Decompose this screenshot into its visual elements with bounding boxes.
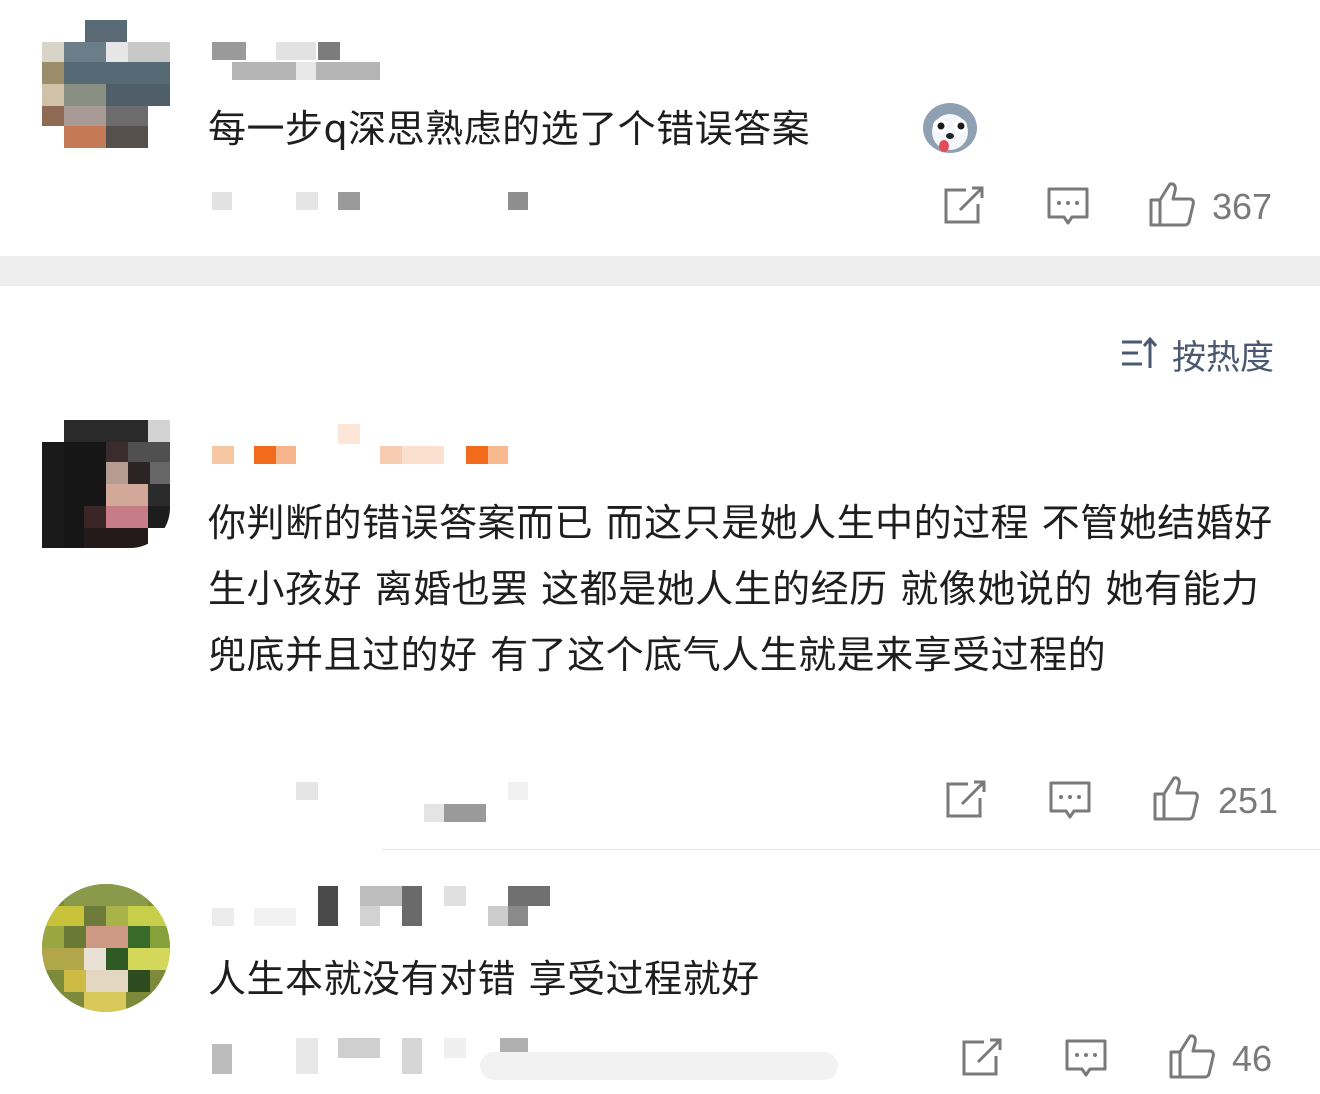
section-divider bbox=[0, 256, 1320, 286]
sort-label: 按热度 bbox=[1172, 338, 1274, 378]
comment-separator bbox=[382, 849, 1320, 850]
comment-icon[interactable] bbox=[1046, 186, 1090, 226]
share-icon[interactable] bbox=[942, 186, 986, 226]
sort-icon bbox=[1120, 336, 1158, 374]
comment-text: 每一步q深思熟虑的选了个错误答案 bbox=[208, 107, 811, 151]
share-icon[interactable] bbox=[944, 780, 988, 820]
thumbs-up-icon[interactable] bbox=[1152, 774, 1200, 822]
comment-text: 你判断的错误答案而已 而这只是她人生中的过程 不管她结婚好 生小孩好 离婚也罢 … bbox=[208, 501, 1273, 677]
like-count: 251 bbox=[1218, 780, 1279, 821]
dog-face-emoji bbox=[920, 100, 980, 160]
like-count: 46 bbox=[1232, 1038, 1273, 1079]
avatar[interactable] bbox=[42, 20, 170, 148]
avatar[interactable] bbox=[42, 420, 170, 548]
comment-text: 人生本就没有对错 享受过程就好 bbox=[208, 957, 760, 1001]
comment-icon[interactable] bbox=[1048, 780, 1092, 820]
comment-icon[interactable] bbox=[1064, 1038, 1108, 1078]
thumbs-up-icon[interactable] bbox=[1168, 1032, 1216, 1080]
sort-by-hot-button[interactable]: 按热度 bbox=[1120, 330, 1274, 379]
share-icon[interactable] bbox=[960, 1038, 1004, 1078]
like-count: 367 bbox=[1212, 186, 1273, 227]
avatar[interactable] bbox=[42, 884, 170, 1012]
thumbs-up-icon[interactable] bbox=[1148, 180, 1196, 228]
